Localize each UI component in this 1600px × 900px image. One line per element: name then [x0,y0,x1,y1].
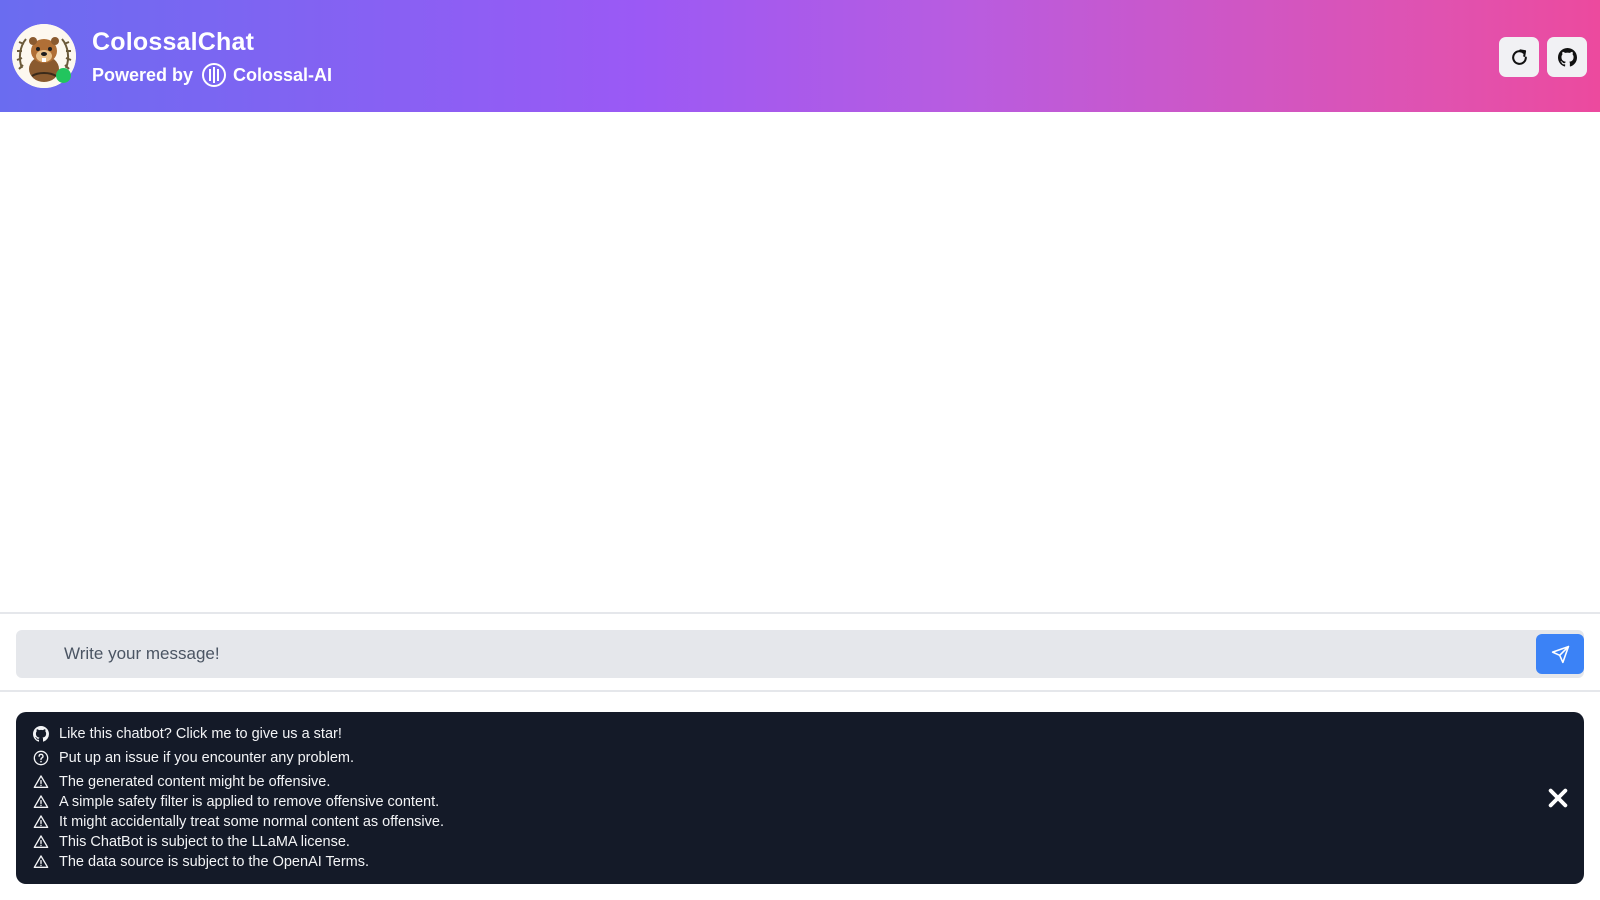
notice-item-warning: The generated content might be offensive… [32,772,444,792]
online-status-dot [56,68,71,83]
powered-by-label: Powered by [92,64,194,85]
notice-item-warning: This ChatBot is subject to the LLaMA lic… [32,832,444,852]
colossal-ai-logo-icon [202,63,227,87]
send-icon [1551,645,1569,663]
powered-by: Powered by Colossal-AI [92,62,332,88]
warning-icon [32,854,49,871]
composer [16,630,1584,678]
app-title: ColossalChat [92,28,255,56]
notice-item-star-link[interactable]: Like this chatbot? Click me to give us a… [32,724,444,744]
notice-banner: Like this chatbot? Click me to give us a… [16,712,1584,884]
warning-icon [32,834,49,851]
notice-text: It might accidentally treat some normal … [59,814,444,830]
warning-icon [32,774,49,791]
divider [0,612,1600,614]
notice-text: Put up an issue if you encounter any pro… [59,750,355,766]
message-input[interactable] [16,630,1534,678]
notice-item-issue-link[interactable]: Put up an issue if you encounter any pro… [32,748,444,768]
github-icon [32,726,49,743]
message-area [0,112,1600,613]
github-icon [1557,47,1577,67]
notice-text: Like this chatbot? Click me to give us a… [59,726,342,742]
notice-text: The data source is subject to the OpenAI… [59,854,370,870]
close-icon [1548,788,1568,808]
notice-list: Like this chatbot? Click me to give us a… [32,724,444,872]
notice-item-warning: A simple safety filter is applied to rem… [32,792,444,812]
refresh-button[interactable] [1499,37,1539,77]
notice-text: This ChatBot is subject to the LLaMA lic… [59,834,350,850]
divider [0,690,1600,692]
warning-icon [32,814,49,831]
notice-item-warning: The data source is subject to the OpenAI… [32,852,444,872]
app-header: ColossalChat Powered by Colossal-AI [0,0,1600,112]
warning-icon [32,794,49,811]
notice-text: The generated content might be offensive… [59,774,331,790]
close-notice-button[interactable] [1544,784,1572,812]
github-button[interactable] [1547,37,1587,77]
brand-name: Colossal-AI [233,64,333,85]
notice-text: A simple safety filter is applied to rem… [59,794,440,810]
send-button[interactable] [1536,634,1584,674]
notice-item-warning: It might accidentally treat some normal … [32,812,444,832]
question-circle-icon [32,750,49,767]
refresh-icon [1511,48,1527,65]
